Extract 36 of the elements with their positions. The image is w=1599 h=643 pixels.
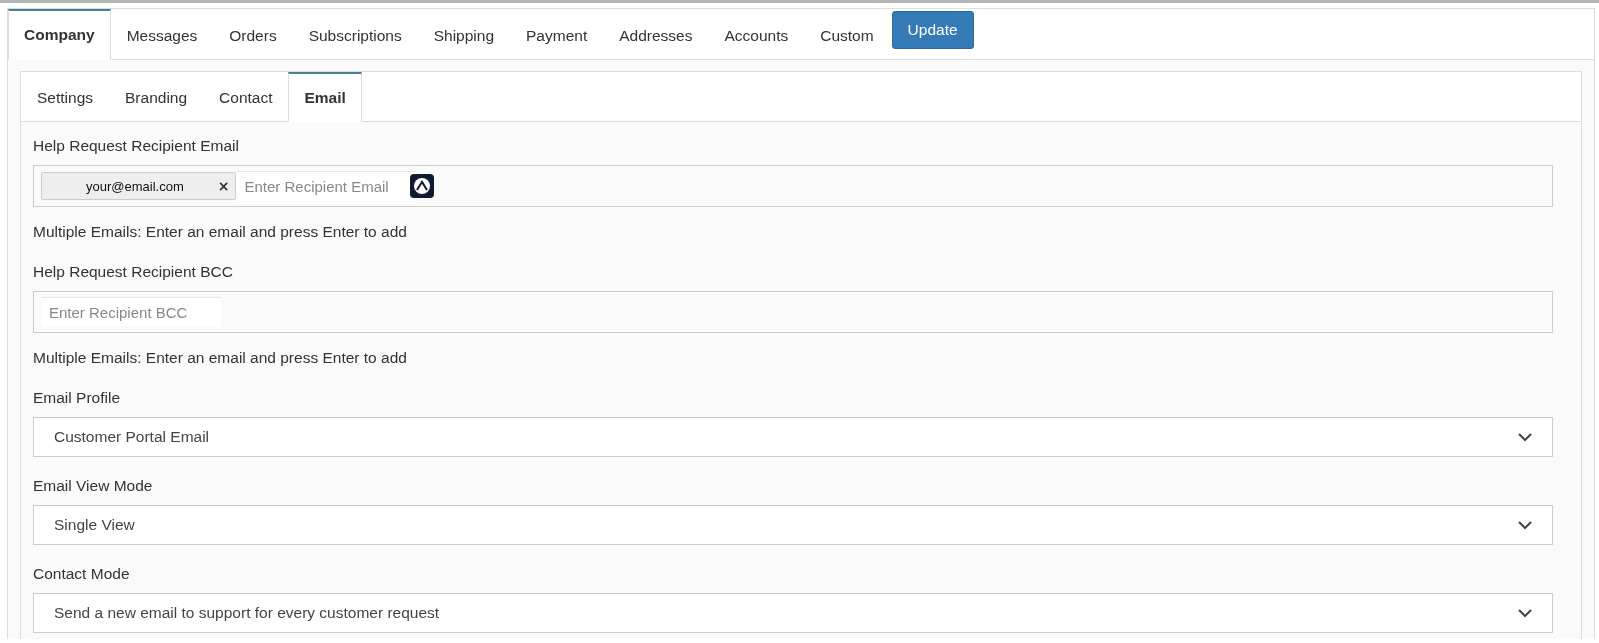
field-label: Help Request Recipient Email: [33, 137, 240, 155]
field-label: Contact Mode: [33, 565, 131, 583]
sub-tab[interactable]: Contact: [203, 72, 289, 122]
selected-value: Send a new email to support for every customer request: [54, 604, 440, 622]
help-text: Multiple Emails: Enter an email and press Enter to add: [33, 349, 408, 367]
dropdown-select[interactable]: Single View: [33, 505, 1553, 545]
tag-input-field[interactable]: Enter Recipient BCC: [33, 291, 1553, 333]
chevron-down-icon: [1518, 520, 1532, 530]
main-tab[interactable]: Shipping: [417, 9, 511, 60]
remove-tag-button[interactable]: ×: [211, 178, 236, 194]
dropdown-select[interactable]: Send a new email to support for every customer request: [33, 593, 1553, 633]
main-tab[interactable]: Subscriptions: [292, 9, 418, 60]
recipient-input[interactable]: Enter Recipient Email: [236, 171, 417, 201]
field-label: Email Profile: [33, 389, 121, 407]
tag-input-field[interactable]: your@email.com × Enter Recipient Email: [33, 165, 1553, 207]
chevron-down-icon: [1518, 608, 1532, 618]
update-button[interactable]: Update: [891, 11, 974, 49]
sub-tab[interactable]: Email: [288, 72, 362, 122]
help-text: Multiple Emails: Enter an email and press Enter to add: [33, 223, 408, 241]
chevron-down-icon: [1518, 432, 1532, 442]
dropdown-select[interactable]: Customer Portal Email: [33, 417, 1553, 457]
main-tab[interactable]: Accounts: [708, 9, 805, 60]
sub-tab[interactable]: Branding: [109, 72, 204, 122]
main-tab[interactable]: Addresses: [603, 9, 709, 60]
field-label: Help Request Recipient BCC: [33, 263, 234, 281]
sub-tab[interactable]: Settings: [21, 72, 109, 122]
field-label: Email View Mode: [33, 477, 154, 495]
main-tab[interactable]: Custom: [804, 9, 890, 60]
recipient-input[interactable]: Enter Recipient BCC: [41, 297, 221, 327]
main-tab[interactable]: Payment: [510, 9, 604, 60]
main-tab[interactable]: Messages: [110, 9, 214, 60]
main-tab[interactable]: Orders: [213, 9, 293, 60]
main-tab[interactable]: Company: [8, 9, 111, 60]
selected-value: Single View: [54, 516, 135, 534]
tag-text: your@email.com: [85, 178, 185, 194]
selected-value: Customer Portal Email: [54, 428, 210, 446]
